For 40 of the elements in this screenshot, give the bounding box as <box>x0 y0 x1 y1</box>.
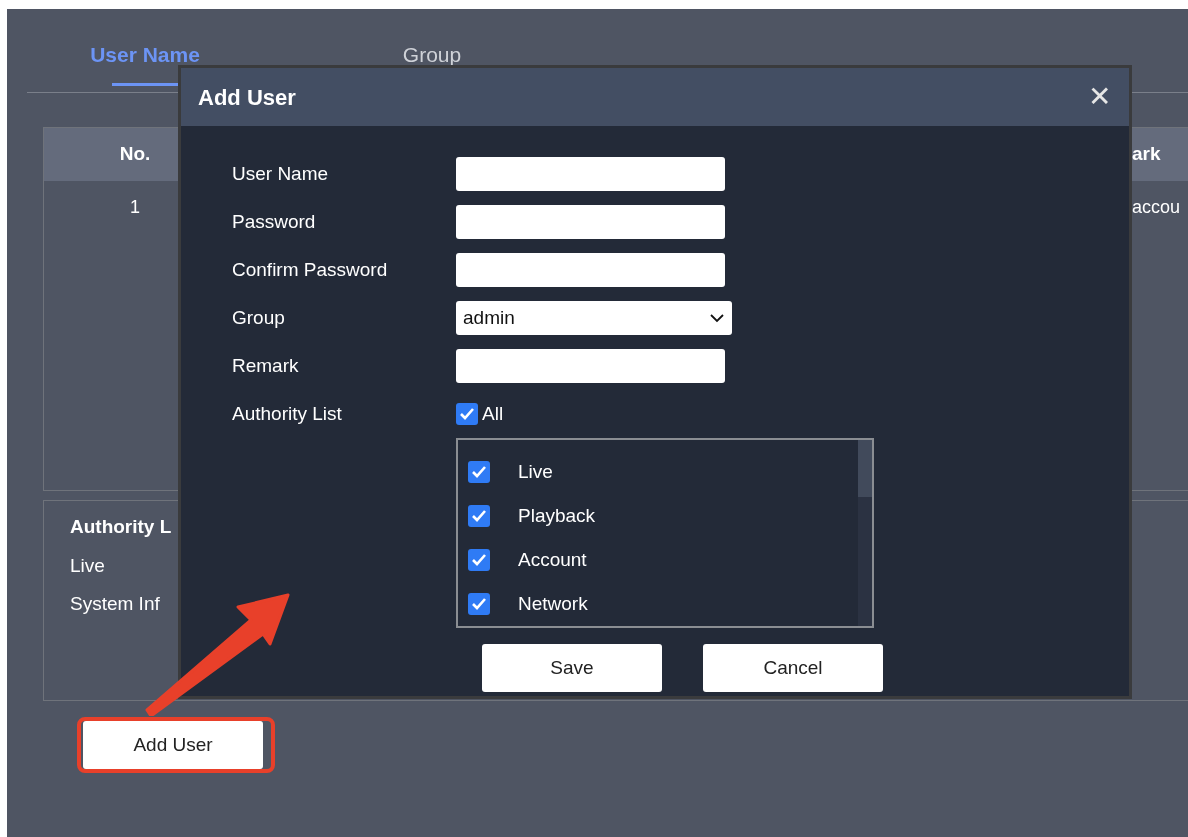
tab[interactable]: Group <box>337 29 527 89</box>
field-label: User Name <box>232 161 330 186</box>
cancel-button[interactable]: Cancel <box>703 644 883 692</box>
table-cell-text: accou <box>1132 195 1182 219</box>
checkmark-icon <box>471 465 487 479</box>
column-header: ark <box>1132 142 1162 167</box>
caret-icon <box>710 314 724 324</box>
checkmark-icon <box>459 407 475 421</box>
field-label: Authority List <box>232 401 343 426</box>
checkbox[interactable] <box>456 403 478 425</box>
checkmark-icon <box>471 597 487 611</box>
field-label: Password <box>232 209 317 234</box>
input-field[interactable] <box>456 205 725 239</box>
authority-item: System Inf <box>70 592 160 616</box>
checkbox[interactable] <box>468 593 490 615</box>
add-user-button[interactable]: Add User <box>83 721 263 769</box>
checkmark-icon <box>471 509 487 523</box>
checkbox[interactable] <box>468 549 490 571</box>
input-field[interactable] <box>456 349 725 383</box>
authority-label: Network <box>518 591 588 616</box>
authority-item: Live <box>70 553 105 578</box>
checkmark-icon <box>471 553 487 567</box>
authority-label: Live <box>518 459 553 484</box>
table-cell-text: 1 <box>129 195 141 219</box>
input-field[interactable] <box>456 157 725 191</box>
authority-label: Playback <box>518 503 596 528</box>
group-select[interactable]: admin <box>456 301 732 335</box>
column-header: No. <box>118 142 152 167</box>
panel-title: Authority L <box>70 515 172 539</box>
field-label: Confirm Password <box>232 257 389 282</box>
checkbox[interactable] <box>468 461 490 483</box>
authority-label: Account <box>518 547 587 572</box>
checkbox[interactable] <box>468 505 490 527</box>
checkbox-label: All <box>482 401 504 426</box>
input-field[interactable] <box>456 253 725 287</box>
scrollbar[interactable] <box>858 440 872 626</box>
close-button[interactable]: ✕ <box>1088 83 1111 111</box>
field-label: Remark <box>232 353 300 378</box>
save-button[interactable]: Save <box>482 644 662 692</box>
field-label: Group <box>232 305 286 330</box>
